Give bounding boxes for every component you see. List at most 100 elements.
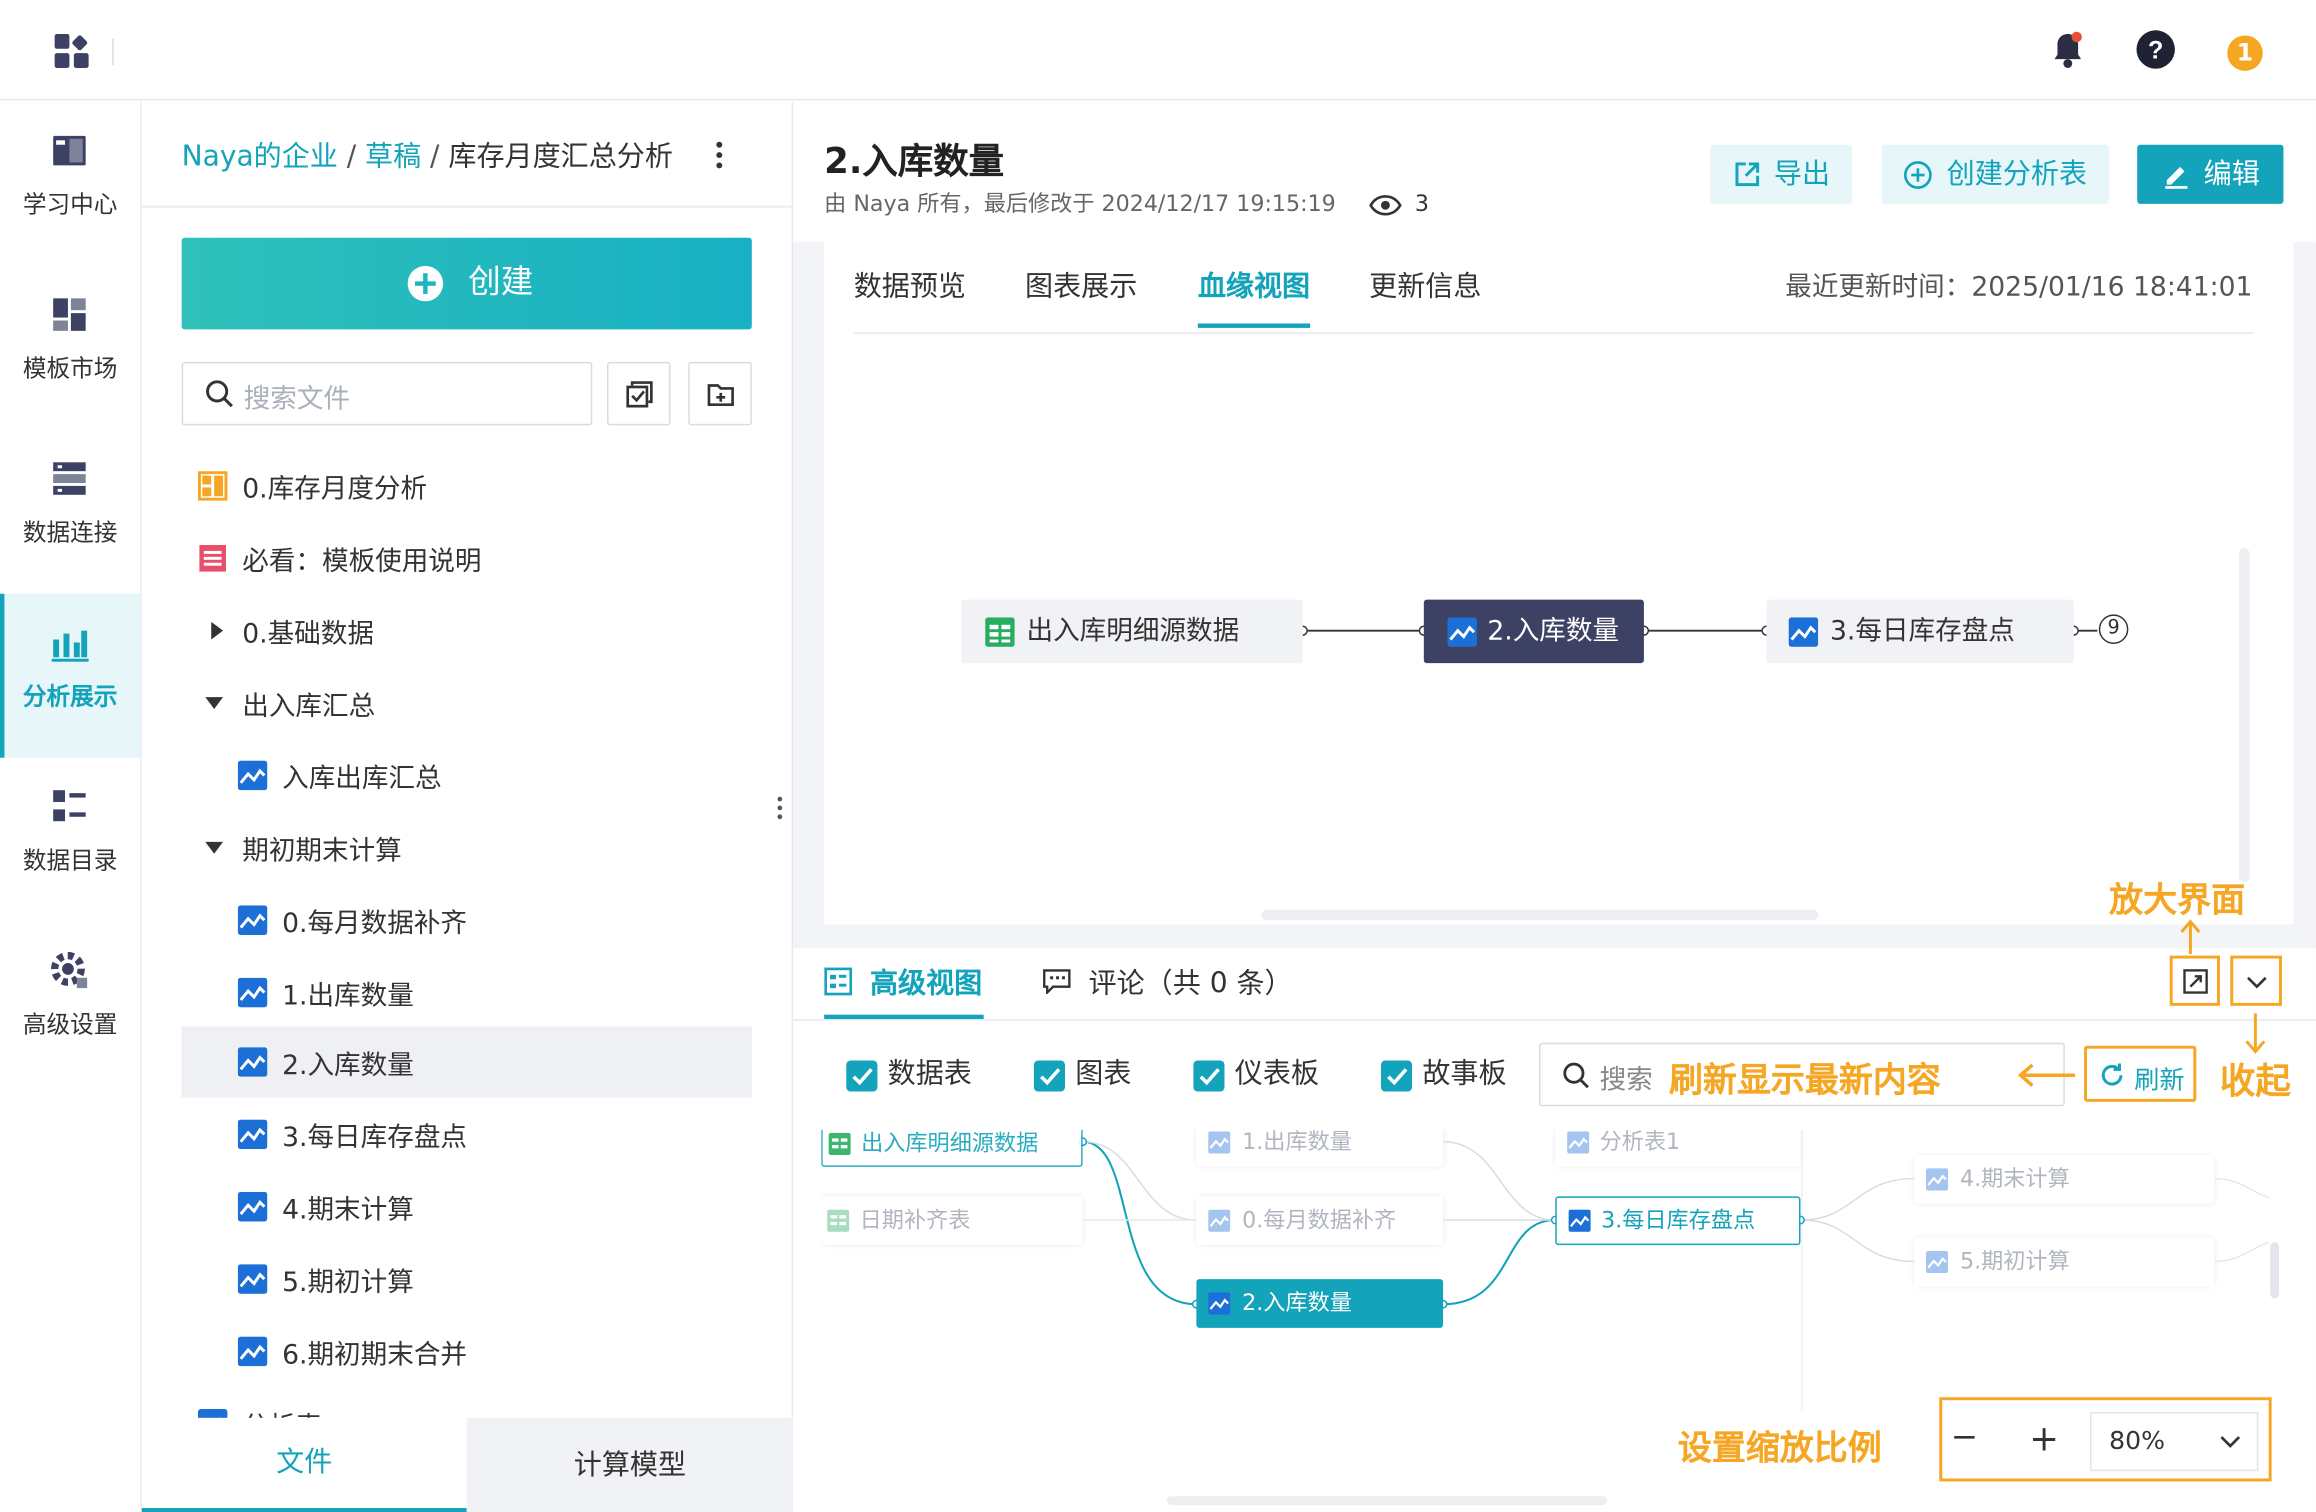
graph-node-label: 分析表1 bbox=[1599, 1129, 1681, 1156]
breadcrumb-folder[interactable]: 草稿 bbox=[365, 140, 421, 172]
nav-item-templates[interactable]: 模板市场 bbox=[0, 266, 140, 430]
tree-item-label: 1.出库数量 bbox=[282, 980, 414, 1012]
zoom-in-button[interactable]: + bbox=[2025, 1418, 2063, 1459]
graph-node-analysis[interactable]: 分析表1 bbox=[1555, 1129, 1801, 1167]
graph-node-source[interactable]: 出入库明细源数据 bbox=[821, 1129, 1083, 1167]
tree-folder[interactable]: 出入库汇总 bbox=[182, 668, 752, 739]
caret-down-icon[interactable] bbox=[199, 688, 229, 718]
nav-item-data-connect[interactable]: 数据连接 bbox=[0, 430, 140, 594]
tree-item[interactable]: 6.期初期末合并 bbox=[182, 1316, 752, 1387]
expand-icon bbox=[2183, 969, 2208, 994]
lineage-node-current[interactable]: 2.入库数量 bbox=[1423, 599, 1644, 664]
document-icon bbox=[199, 545, 226, 572]
tree-item[interactable]: 必看：模板使用说明 bbox=[182, 523, 752, 594]
tree-item[interactable]: 5.期初计算 bbox=[182, 1244, 752, 1315]
enlarge-button[interactable] bbox=[2169, 955, 2220, 1006]
create-analysis-table-button[interactable]: 创建分析表 bbox=[1881, 144, 2110, 204]
annotation-zoom: 设置缩放比例 bbox=[1677, 1429, 1882, 1469]
graph-node-monthly-fill[interactable]: 0.每月数据补齐 bbox=[1196, 1196, 1444, 1246]
graph-node-period-start[interactable]: 5.期初计算 bbox=[1914, 1237, 2215, 1287]
filter-label: 数据表 bbox=[887, 1057, 972, 1091]
user-avatar[interactable]: 1 bbox=[2227, 35, 2263, 71]
graph-node-date-fill[interactable]: 日期补齐表 bbox=[821, 1196, 1083, 1246]
graph-horizontal-scrollbar[interactable] bbox=[1166, 1496, 1607, 1506]
tree-item-selected[interactable]: 2.入库数量 bbox=[181, 1026, 752, 1098]
nav-label: 数据连接 bbox=[22, 518, 118, 547]
notification-badge bbox=[2071, 31, 2082, 43]
new-folder-button[interactable] bbox=[688, 361, 752, 426]
chart-icon bbox=[1568, 1209, 1591, 1232]
file-search-input[interactable]: 搜索文件 bbox=[181, 361, 593, 426]
tree-item[interactable]: 分析表 bbox=[182, 1388, 752, 1418]
analysis-icon bbox=[51, 630, 89, 662]
more-nodes-badge[interactable]: 9 bbox=[2098, 614, 2129, 644]
chart-icon bbox=[237, 1119, 268, 1150]
tree-item[interactable]: 4.期末计算 bbox=[182, 1171, 752, 1242]
search-icon bbox=[206, 380, 233, 408]
refresh-button[interactable]: 刷新 bbox=[2084, 1045, 2197, 1102]
tree-folder[interactable]: 0.基础数据 bbox=[182, 595, 752, 666]
breadcrumb-separator: / bbox=[346, 140, 357, 173]
resize-handle-icon[interactable] bbox=[775, 795, 784, 822]
graph-node-label: 4.期末计算 bbox=[1959, 1165, 2070, 1192]
breadcrumb-org[interactable]: Naya的企业 bbox=[182, 140, 338, 172]
chart-icon bbox=[1208, 1131, 1231, 1154]
lineage-node-next[interactable]: 3.每日库存盘点 bbox=[1766, 599, 2074, 664]
tab-advanced-view[interactable]: 高级视图 bbox=[824, 948, 984, 1020]
tree-item[interactable]: 1.出库数量 bbox=[182, 957, 752, 1028]
table-icon bbox=[827, 1209, 850, 1232]
tree-item-label: 期初期末计算 bbox=[242, 835, 402, 867]
graph-node-outbound[interactable]: 1.出库数量 bbox=[1196, 1129, 1444, 1167]
help-icon[interactable]: ? bbox=[2136, 30, 2176, 70]
refresh-icon bbox=[2101, 1063, 2123, 1086]
nav-item-analysis[interactable]: 分析展示 bbox=[0, 593, 141, 758]
graph-node-label: 3.每日库存盘点 bbox=[1601, 1206, 1756, 1234]
advanced-view-icon bbox=[824, 967, 853, 996]
apps-grid-icon[interactable] bbox=[53, 32, 91, 70]
lineage-edges bbox=[1297, 625, 2098, 636]
vertical-scrollbar[interactable] bbox=[2239, 547, 2250, 882]
caret-down-icon[interactable] bbox=[199, 833, 229, 863]
page-header: 2.入库数量 由 Naya 所有，最后修改于 2024/12/17 19:15:… bbox=[793, 101, 2316, 243]
view-count: 3 bbox=[1414, 190, 1429, 218]
template-icon bbox=[53, 298, 86, 331]
breadcrumb: Naya的企业 / 草稿 / 库存月度汇总分析 bbox=[182, 134, 673, 174]
export-button[interactable]: 导出 bbox=[1710, 144, 1853, 204]
create-button[interactable]: 创建 bbox=[181, 237, 752, 330]
tree-item-label: 0.基础数据 bbox=[242, 618, 374, 650]
zoom-out-button[interactable]: − bbox=[1948, 1418, 1980, 1459]
tree-item[interactable]: 3.每日库存盘点 bbox=[182, 1099, 752, 1170]
tree-item[interactable]: 0.每月数据补齐 bbox=[182, 885, 752, 956]
chart-icon bbox=[237, 1047, 268, 1077]
bell-icon[interactable] bbox=[2050, 30, 2085, 71]
breadcrumb-current: 库存月度汇总分析 bbox=[448, 140, 673, 173]
zoom-select[interactable]: 80% bbox=[2089, 1412, 2259, 1472]
collapse-button[interactable] bbox=[2230, 955, 2282, 1006]
nav-item-catalog[interactable]: 数据目录 bbox=[0, 758, 140, 922]
arrow-up-icon bbox=[2180, 919, 2201, 955]
caret-right-icon[interactable] bbox=[202, 616, 232, 646]
lineage-node-label: 出入库明细源数据 bbox=[1026, 615, 1240, 647]
graph-vertical-scrollbar[interactable] bbox=[2270, 1242, 2280, 1299]
more-vertical-icon[interactable] bbox=[713, 140, 725, 170]
tab-files[interactable]: 文件 bbox=[141, 1417, 467, 1512]
horizontal-scrollbar[interactable] bbox=[1261, 909, 1819, 921]
edit-button[interactable]: 编辑 bbox=[2137, 144, 2284, 204]
panel-divider bbox=[141, 205, 794, 209]
nav-item-settings[interactable]: 高级设置 bbox=[0, 922, 140, 1086]
tree-item-label: 0.库存月度分析 bbox=[242, 474, 428, 506]
tree-item[interactable]: 0.库存月度分析 bbox=[182, 450, 752, 521]
graph-node-stock[interactable]: 3.每日库存盘点 bbox=[1555, 1196, 1801, 1246]
graph-node-period-end[interactable]: 4.期末计算 bbox=[1914, 1155, 2215, 1204]
annotation-refresh: 刷新显示最新内容 bbox=[1669, 1051, 1941, 1102]
multi-select-button[interactable] bbox=[607, 361, 671, 426]
gear-icon bbox=[50, 951, 88, 989]
nav-item-learning[interactable]: 学习中心 bbox=[0, 102, 140, 266]
search-icon bbox=[1563, 1062, 1589, 1089]
graph-node-inbound-current[interactable]: 2.入库数量 bbox=[1196, 1279, 1444, 1328]
tab-model[interactable]: 计算模型 bbox=[466, 1417, 794, 1512]
tree-folder[interactable]: 期初期末计算 bbox=[182, 812, 752, 883]
tree-item[interactable]: 入库出库汇总 bbox=[182, 740, 752, 811]
tab-comments[interactable]: 评论（共 0 条） bbox=[1043, 948, 1293, 1019]
lineage-node-source[interactable]: 出入库明细源数据 bbox=[961, 599, 1303, 664]
